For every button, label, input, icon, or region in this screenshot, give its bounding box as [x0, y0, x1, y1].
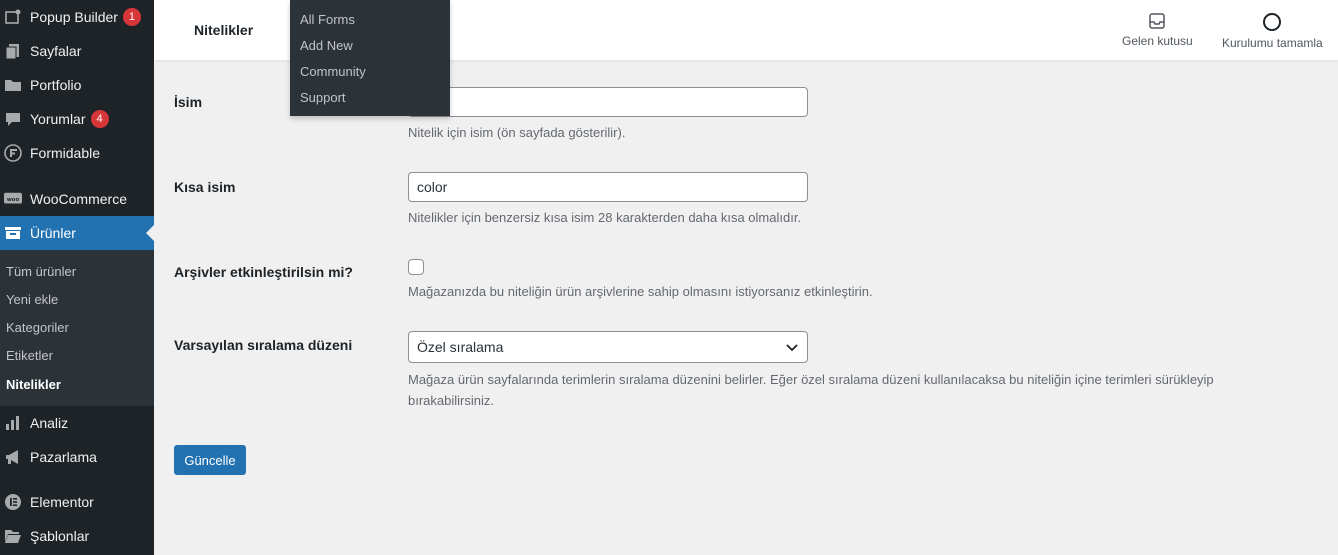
slug-input[interactable] — [408, 172, 808, 202]
inbox-label: Gelen kutusu — [1122, 34, 1193, 48]
comment-badge: 4 — [90, 110, 109, 128]
slug-label: Kısa isim — [174, 179, 236, 195]
menu-label: Elementor — [30, 494, 94, 510]
submenu-all-products[interactable]: Tüm ürünler — [6, 264, 76, 279]
menu-label: Formidable — [30, 145, 101, 161]
order-description-line1: Mağaza ürün sayfalarında terimlerin sıra… — [408, 372, 1214, 387]
flyout-support[interactable]: Support — [300, 90, 346, 105]
menu-analytics[interactable]: Analiz — [0, 406, 154, 440]
formidable-flyout-menu: All Forms Add New Community Support — [290, 0, 450, 116]
megaphone-icon — [4, 448, 22, 466]
folder-open-icon — [4, 527, 22, 545]
archive-label: Arşivler etkinleştirilsin mi? — [174, 264, 353, 280]
chevron-down-icon — [786, 344, 798, 352]
inbox-icon — [1149, 13, 1166, 29]
menu-label: Ürünler — [30, 225, 76, 241]
submenu-categories[interactable]: Kategoriler — [6, 320, 69, 335]
archive-icon — [4, 224, 22, 242]
menu-label: Şablonlar — [30, 528, 90, 544]
name-input[interactable] — [408, 87, 808, 117]
progress-circle-icon — [1263, 13, 1282, 31]
folder-icon — [4, 76, 22, 94]
elementor-icon — [4, 493, 22, 511]
name-label: İsim — [174, 94, 203, 110]
submenu-tags[interactable]: Etiketler — [6, 348, 53, 363]
submenu-add-new[interactable]: Yeni ekle — [6, 292, 58, 307]
menu-pages[interactable]: Sayfalar — [0, 34, 154, 68]
menu-products[interactable]: Ürünler — [0, 216, 154, 250]
comment-icon — [4, 110, 22, 128]
order-description-line2: bırakabilirsiniz. — [408, 393, 494, 408]
order-selected-value: Özel sıralama — [417, 339, 504, 355]
menu-popup-builder[interactable]: Popup Builder 1 — [0, 0, 154, 34]
setup-label: Kurulumu tamamla — [1222, 36, 1323, 50]
setup-button[interactable]: Kurulumu tamamla — [1222, 12, 1323, 50]
menu-elementor[interactable]: Elementor — [0, 485, 154, 519]
menu-label: Sayfalar — [30, 43, 82, 59]
name-description: Nitelik için isim (ön sayfada gösterilir… — [408, 125, 626, 140]
flyout-all-forms[interactable]: All Forms — [300, 12, 355, 27]
menu-formidable[interactable]: Formidable — [0, 136, 154, 170]
menu-templates[interactable]: Şablonlar — [0, 519, 154, 553]
menu-label: WooCommerce — [30, 191, 127, 207]
svg-text:woo: woo — [7, 197, 20, 203]
formidable-icon — [4, 144, 22, 162]
inbox-button[interactable]: Gelen kutusu — [1122, 12, 1193, 48]
menu-label: Analiz — [30, 415, 69, 431]
menu-label: Pazarlama — [30, 449, 97, 465]
slug-description: Nitelikler için benzersiz kısa isim 28 k… — [408, 210, 802, 225]
archive-description: Mağazanızda bu niteliğin ürün arşivlerin… — [408, 284, 873, 299]
update-badge: 1 — [122, 8, 141, 26]
archive-checkbox[interactable] — [408, 259, 424, 275]
menu-woocommerce[interactable]: woo WooCommerce — [0, 182, 154, 216]
products-submenu: Tüm ürünler Yeni ekle Kategoriler Etiket… — [0, 250, 154, 406]
menu-label: Popup Builder — [30, 9, 118, 25]
menu-label: Portfolio — [30, 77, 82, 93]
pages-icon — [4, 42, 22, 60]
menu-marketing[interactable]: Pazarlama — [0, 440, 154, 474]
page-title: Nitelikler — [194, 22, 254, 38]
menu-label: Yorumlar — [30, 111, 86, 127]
flyout-add-new[interactable]: Add New — [300, 38, 353, 53]
woo-icon: woo — [4, 190, 22, 208]
admin-sidebar: Popup Builder 1 Sayfalar Portfolio Yorum… — [0, 0, 154, 555]
popup-icon — [4, 8, 22, 26]
update-button[interactable]: Güncelle — [174, 445, 246, 475]
flyout-community[interactable]: Community — [300, 64, 366, 79]
chart-icon — [4, 414, 22, 432]
menu-comments[interactable]: Yorumlar 4 — [0, 102, 154, 136]
order-select[interactable]: Özel sıralama — [408, 331, 808, 363]
order-label: Varsayılan sıralama düzeni — [174, 337, 353, 353]
submenu-attributes[interactable]: Nitelikler — [6, 377, 61, 392]
menu-portfolio[interactable]: Portfolio — [0, 68, 154, 102]
